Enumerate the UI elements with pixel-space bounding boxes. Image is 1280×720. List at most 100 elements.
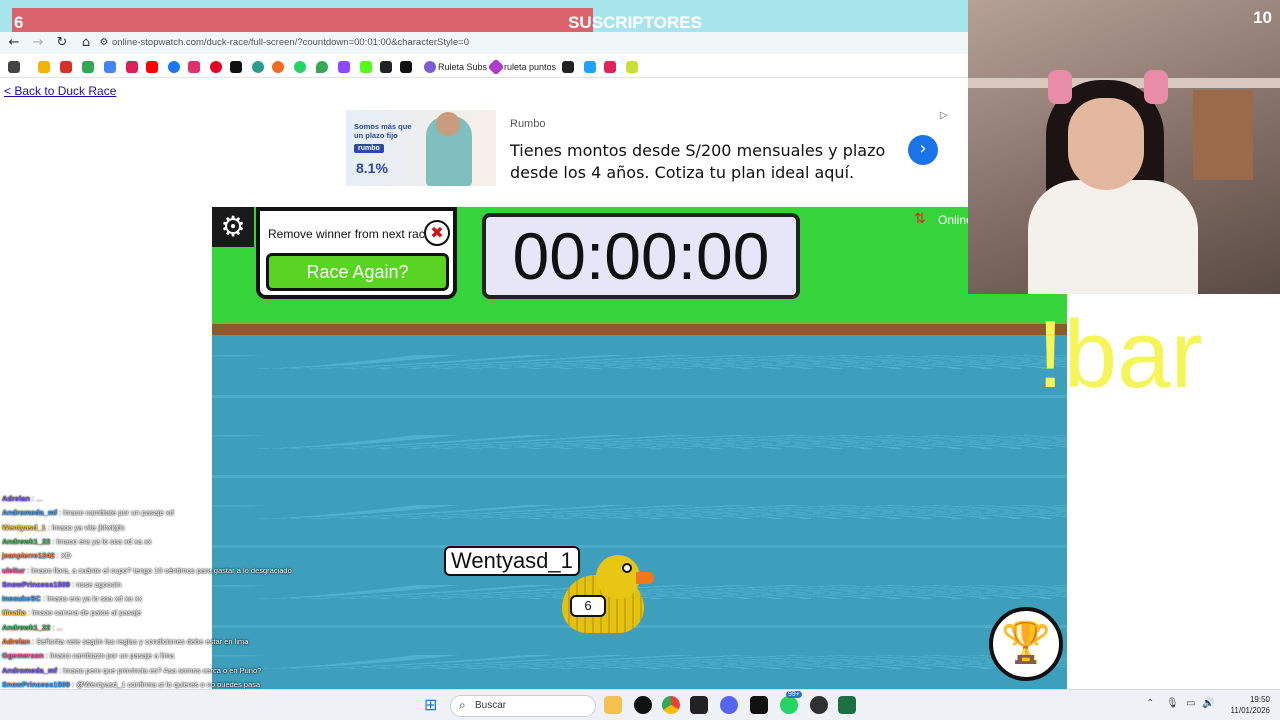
remove-winner-label: Remove winner from next race? <box>268 227 439 241</box>
obs-icon[interactable] <box>810 696 828 714</box>
kick-icon[interactable] <box>360 61 372 73</box>
chat-message: Andromeda_mf : lmaoo cambiate por un pas… <box>2 508 174 517</box>
taskbar-search[interactable]: ⌕ Buscar <box>450 695 596 717</box>
online-updown-icon: ⇅ <box>914 211 926 227</box>
sheets-icon[interactable] <box>82 61 94 73</box>
chatgpt-icon[interactable] <box>634 696 652 714</box>
ad-banner[interactable]: Somos más que un plazo fijo rumbo 8.1% R… <box>346 110 958 188</box>
ad-image[interactable]: Somos más que un plazo fijo rumbo 8.1% <box>346 110 496 186</box>
remove-winner-toggle-icon[interactable]: ✖ <box>424 220 450 246</box>
gmail-icon[interactable] <box>60 61 72 73</box>
chat-username: Adrelan <box>2 494 30 503</box>
site-icon[interactable] <box>626 61 638 73</box>
display-icon[interactable]: ▭ <box>1186 698 1195 709</box>
excel-icon[interactable] <box>838 696 856 714</box>
instagram-icon[interactable] <box>188 61 200 73</box>
site-icon[interactable] <box>252 61 264 73</box>
site-icon[interactable] <box>380 61 392 73</box>
slack-icon[interactable] <box>126 61 138 73</box>
chat-username: jeanpierre1242 <box>2 551 55 561</box>
home-icon[interactable]: ⌂ <box>76 32 96 54</box>
ad-image-pill: rumbo <box>354 144 384 153</box>
chat-username: Andromeda_mf <box>2 665 58 675</box>
forward-arrow-icon[interactable]: → <box>28 32 48 54</box>
chat-message: Adrelan : Señorita vete según las reglas… <box>2 637 248 646</box>
settings-gear-icon[interactable]: ⚙ <box>212 207 254 247</box>
site-icon[interactable] <box>272 61 284 73</box>
cat-ear-headset-left <box>1048 70 1072 104</box>
windows-start-icon[interactable]: ⊞ <box>424 696 442 714</box>
chat-username: Andrewk1_22 <box>2 622 51 632</box>
clock-date: 11/01/2026 <box>1230 706 1270 715</box>
ad-text[interactable]: Tienes montos desde S/200 mensuales y pl… <box>510 140 900 184</box>
ruleta-puntos-icon[interactable] <box>487 58 505 76</box>
river-water <box>212 335 1067 689</box>
site-info-icon[interactable]: ⚙ <box>94 32 114 54</box>
whatsapp-badge: 99+ <box>786 691 802 698</box>
bookmark-ruleta-subs[interactable]: Ruleta Subs <box>438 56 487 78</box>
file-explorer-icon[interactable] <box>604 696 622 714</box>
chat-text: : lmaoo era ya lo soa xd xa xx <box>42 594 143 604</box>
discord-icon[interactable] <box>720 696 738 714</box>
ad-choices-icon[interactable]: ▷ <box>940 110 952 122</box>
site-icon[interactable] <box>400 61 412 73</box>
race-result-panel: Remove winner from next race? ✖ Race Aga… <box>256 207 457 299</box>
wave <box>212 655 1067 669</box>
drive-icon[interactable] <box>38 61 50 73</box>
cat-ear-headset-right <box>1144 70 1168 104</box>
youtube-icon[interactable] <box>146 61 158 73</box>
microphone-icon[interactable]: 🎙 <box>1166 698 1179 709</box>
bookmark-ruleta-puntos[interactable]: ruleta puntos <box>504 56 556 78</box>
maps-icon[interactable] <box>316 61 328 73</box>
chat-text: : XD <box>56 551 72 561</box>
wave <box>212 625 1067 628</box>
tray-expand-icon[interactable]: ⌃ <box>1146 698 1154 709</box>
tiktok-icon[interactable] <box>230 61 242 73</box>
chat-text: : ... <box>52 622 63 632</box>
reload-icon[interactable]: ↻ <box>52 32 72 54</box>
whatsapp-icon[interactable] <box>294 61 306 73</box>
site-icon[interactable] <box>562 61 574 73</box>
chrome-icon[interactable] <box>662 696 680 714</box>
wave <box>212 545 1067 548</box>
chat-message: uleitur : lmaoo llora, a cuánto el cupo?… <box>2 566 292 575</box>
trophy-icon[interactable]: 🏆 <box>989 607 1063 681</box>
back-to-duck-race-link[interactable]: < Back to Duck Race <box>4 84 116 98</box>
ad-brand: Rumbo <box>510 118 546 130</box>
chat-text: : lmaoo cambiate por un pasaje xd <box>59 508 174 518</box>
volume-icon[interactable]: 🔊 <box>1202 698 1214 709</box>
chat-username: Adrelan <box>2 637 30 646</box>
back-arrow-icon[interactable]: ← <box>4 32 24 54</box>
streamer-shirt <box>1028 180 1198 294</box>
whatsapp-icon[interactable] <box>780 696 798 714</box>
chat-command-overlay: !bar <box>1037 301 1203 408</box>
race-again-button[interactable]: Race Again? <box>266 253 449 291</box>
chat-text: : @Wentyasd_1 confirma si lo quieres o n… <box>72 679 261 689</box>
ruleta-subs-icon[interactable] <box>424 61 436 73</box>
taskbar-clock[interactable]: 19:50 11/01/2026 <box>1220 694 1270 716</box>
ad-person-head <box>436 112 460 136</box>
site-icon[interactable] <box>584 61 596 73</box>
search-icon: ⌕ <box>459 698 466 712</box>
chat-message: Adrelan : ... <box>2 494 42 503</box>
ad-image-rate: 8.1% <box>356 160 388 176</box>
browser-address-bar: ← → ↻ ⌂ ⚙ online-stopwatch.com/duck-race… <box>0 32 968 54</box>
chat-text: : ... <box>32 494 43 503</box>
chat-text: : Señorita vete según las reglas y condi… <box>32 637 249 646</box>
facebook-icon[interactable] <box>168 61 180 73</box>
chat-message: Wentyasd_1 : lmaoo ya vite jkhxkjdc <box>2 523 125 532</box>
notion-icon[interactable] <box>750 696 768 714</box>
ad-arrow-button[interactable]: › <box>908 135 938 165</box>
chat-username: SnowPrincess1509 <box>2 579 70 589</box>
apps-grid-icon[interactable] <box>8 61 20 73</box>
chat-username: uleitur <box>2 565 25 575</box>
twitch-icon[interactable] <box>338 61 350 73</box>
capcut-icon[interactable] <box>690 696 708 714</box>
pinterest-icon[interactable] <box>210 61 222 73</box>
site-icon[interactable] <box>604 61 616 73</box>
url-text[interactable]: online-stopwatch.com/duck-race/full-scre… <box>112 32 469 54</box>
chat-username: Ggemerson <box>2 651 44 661</box>
chat-username: Andromeda_mf <box>2 508 58 518</box>
chat-text: : lmaoo llora, a cuánto el cupo? tengo 1… <box>27 565 292 575</box>
docs-icon[interactable] <box>104 61 116 73</box>
